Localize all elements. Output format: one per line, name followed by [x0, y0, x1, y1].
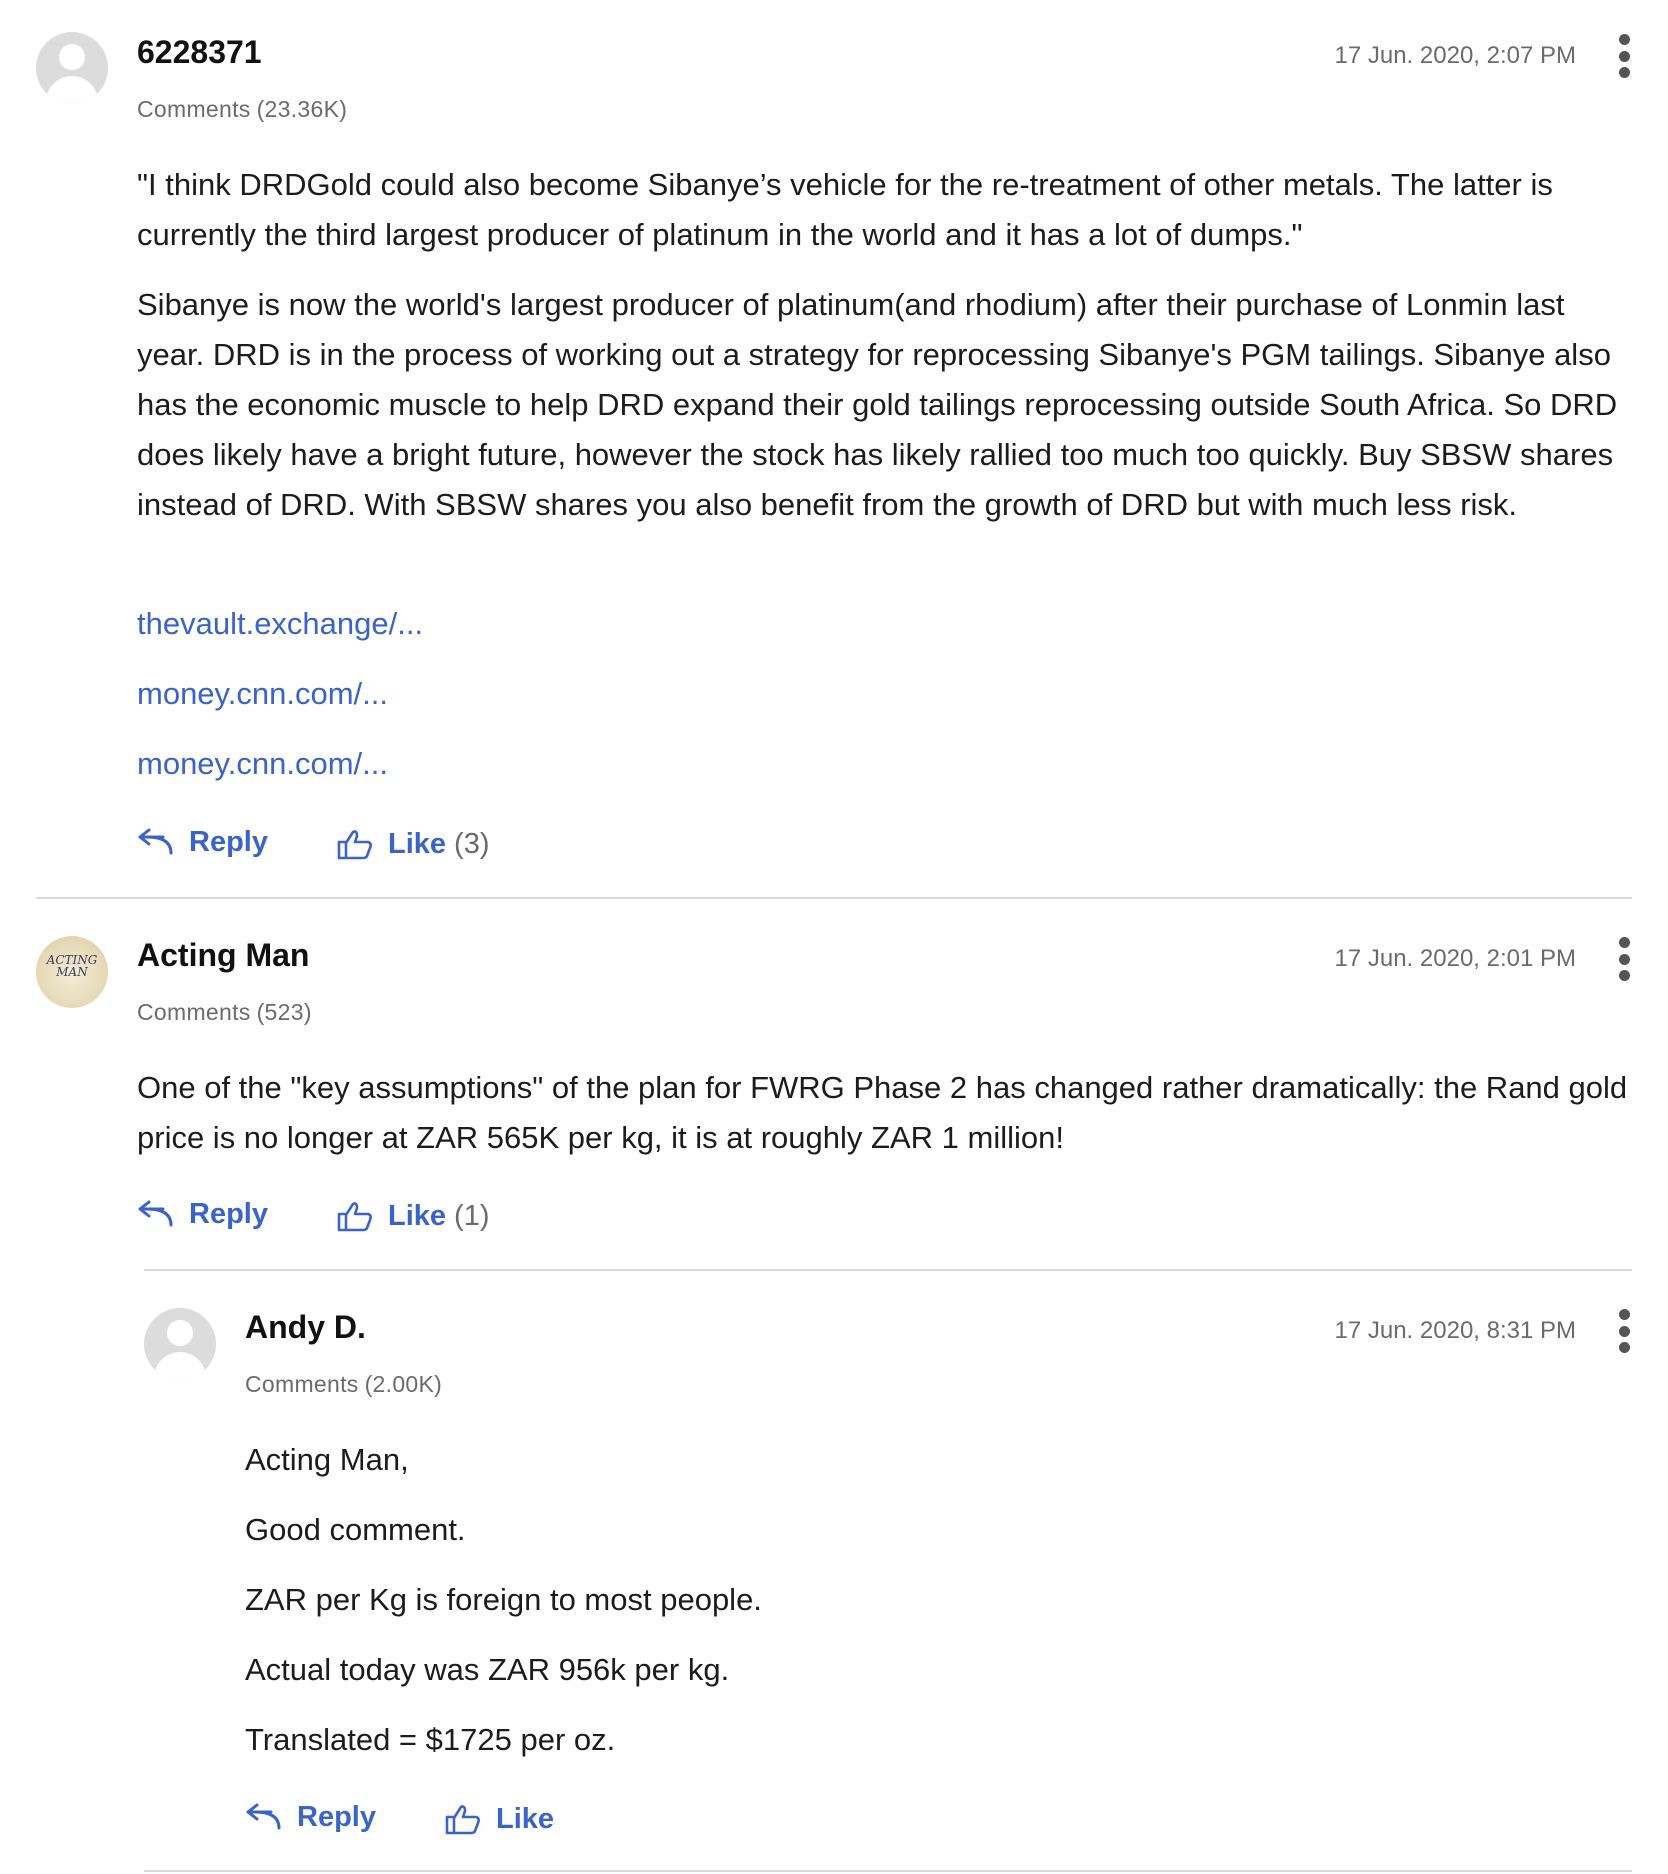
avatar-logo-text: MAN — [56, 965, 88, 979]
comment-link[interactable]: money.cnn.com/... — [137, 746, 388, 782]
comment-paragraph: ZAR per Kg is foreign to most people. — [245, 1582, 762, 1617]
comments-count-value: (23.36K) — [256, 96, 348, 122]
comment-paragraph: One of the "key assumptions" of the plan… — [137, 1070, 1628, 1155]
comments-label: Comments — [245, 1371, 359, 1397]
like-label: Like — [496, 1802, 555, 1835]
like-count: (3) — [454, 827, 490, 860]
comment-paragraph: Translated = $1725 per oz. — [245, 1722, 616, 1757]
like-button[interactable]: Like (3) — [336, 824, 489, 864]
more-options-icon[interactable] — [1616, 937, 1632, 981]
thumbs-up-icon — [445, 1805, 480, 1835]
comments-count-value: (523) — [256, 999, 312, 1025]
divider — [144, 1870, 1632, 1872]
default-avatar-icon[interactable] — [36, 32, 108, 104]
reply-icon — [246, 1803, 281, 1830]
thumbs-up-icon — [337, 1202, 372, 1232]
comment-paragraph: Actual today was ZAR 956k per kg. — [245, 1652, 730, 1687]
divider — [144, 1269, 1632, 1271]
comment-author[interactable]: Andy D. — [245, 1309, 366, 1346]
comments-label: Comments — [137, 96, 251, 122]
comment-timestamp: 17 Jun. 2020, 8:31 PM — [1334, 1317, 1577, 1344]
reply-label: Reply — [189, 1197, 268, 1230]
divider — [36, 897, 1632, 899]
reply-label: Reply — [189, 825, 268, 858]
reply-icon — [138, 1200, 173, 1227]
comment-count: Comments (523) — [137, 999, 312, 1026]
comment-timestamp: 17 Jun. 2020, 2:01 PM — [1334, 945, 1577, 972]
comment-author[interactable]: 6228371 — [137, 34, 262, 71]
like-label: Like — [388, 827, 447, 860]
thumbs-up-icon — [337, 830, 372, 860]
like-count: (1) — [454, 1199, 490, 1232]
comment-paragraph: "I think DRDGold could also become Siban… — [137, 167, 1553, 252]
acting-man-logo-icon[interactable]: ACTING MAN — [36, 936, 108, 1008]
comments-count-value: (2.00K) — [364, 1371, 443, 1397]
comment-timestamp: 17 Jun. 2020, 2:07 PM — [1334, 42, 1577, 69]
reply-button[interactable]: Reply — [137, 1194, 268, 1234]
comment-link[interactable]: thevault.exchange/... — [137, 606, 423, 642]
comment-link[interactable]: money.cnn.com/... — [137, 676, 388, 712]
like-label: Like — [388, 1199, 447, 1232]
like-button[interactable]: Like (1) — [336, 1196, 489, 1236]
reply-label: Reply — [297, 1800, 376, 1833]
default-avatar-icon[interactable] — [144, 1308, 216, 1380]
comment-author[interactable]: Acting Man — [137, 937, 309, 974]
reply-button[interactable]: Reply — [245, 1797, 376, 1837]
comment-paragraph: Sibanye is now the world's largest produ… — [137, 287, 1618, 522]
comment-paragraph: Good comment. — [245, 1512, 466, 1547]
comment-count: Comments (2.00K) — [245, 1371, 442, 1398]
comments-label: Comments — [137, 999, 251, 1025]
comment-count: Comments (23.36K) — [137, 96, 347, 123]
reply-icon — [138, 828, 173, 855]
like-button[interactable]: Like — [444, 1799, 554, 1839]
comment-paragraph: Acting Man, — [245, 1442, 409, 1477]
more-options-icon[interactable] — [1616, 34, 1632, 78]
more-options-icon[interactable] — [1616, 1309, 1632, 1353]
reply-button[interactable]: Reply — [137, 822, 268, 862]
